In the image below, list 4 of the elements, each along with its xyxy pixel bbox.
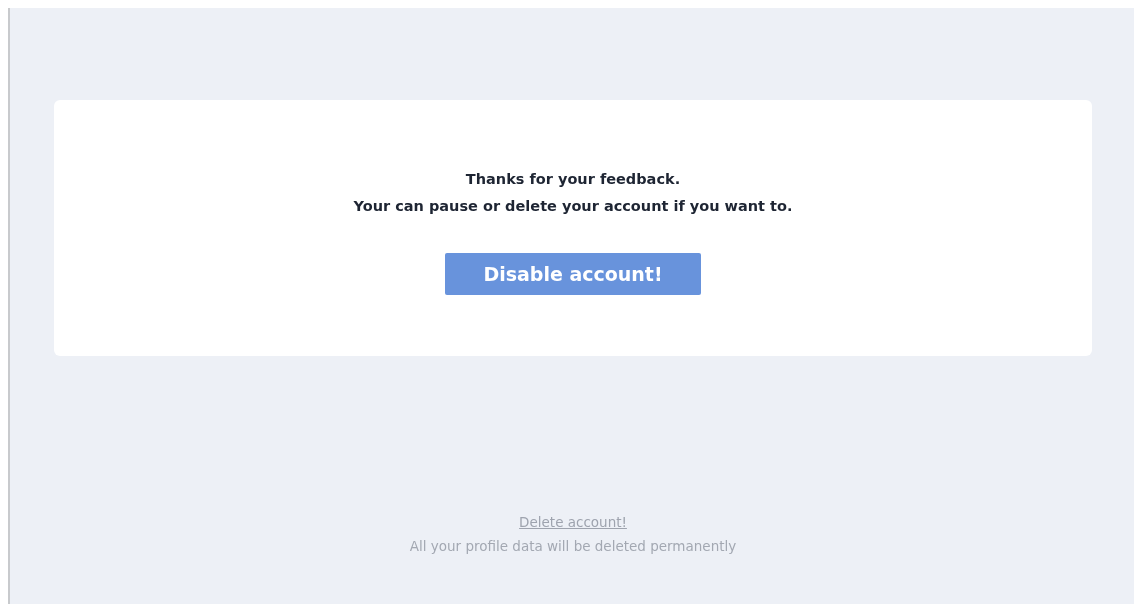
disable-account-button[interactable]: Disable account! — [445, 253, 701, 295]
feedback-message: Thanks for your feedback. Your can pause or delete your account if you want to. — [353, 170, 793, 216]
delete-account-link[interactable]: Delete account! — [519, 514, 627, 530]
delete-warning-text: All your profile data will be deleted permanently — [409, 538, 737, 554]
